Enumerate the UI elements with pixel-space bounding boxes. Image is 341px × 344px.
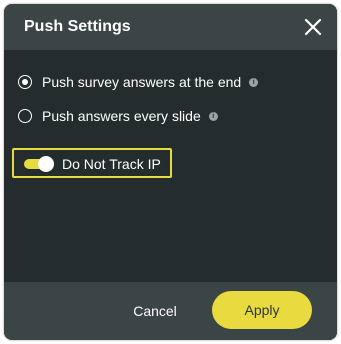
dialog-title: Push Settings	[24, 18, 131, 35]
radio-push-at-end[interactable]	[18, 75, 32, 89]
do-not-track-ip-toggle[interactable]	[24, 156, 54, 172]
dialog-footer: Cancel Apply	[4, 282, 337, 340]
dialog-header: Push Settings	[4, 4, 337, 50]
radio-push-every-slide[interactable]	[18, 109, 32, 123]
apply-button[interactable]: Apply	[212, 291, 312, 329]
do-not-track-ip-highlight: Do Not Track IP	[12, 148, 172, 178]
info-icon[interactable]: i	[249, 77, 259, 87]
option-push-every-slide[interactable]: Push answers every slide i	[18, 106, 218, 126]
option-label: Push answers every slide	[42, 108, 201, 124]
toggle-knob	[38, 156, 54, 172]
info-icon[interactable]: i	[208, 111, 218, 121]
close-icon[interactable]	[302, 16, 324, 38]
option-label: Push survey answers at the end	[42, 74, 242, 90]
dialog-body: Push survey answers at the end i Push an…	[4, 50, 337, 282]
push-settings-dialog: Push Settings Push survey answers at the…	[4, 4, 337, 340]
do-not-track-ip-label: Do Not Track IP	[62, 156, 161, 172]
cancel-button[interactable]: Cancel	[124, 300, 186, 322]
option-push-at-end[interactable]: Push survey answers at the end i	[18, 72, 259, 92]
